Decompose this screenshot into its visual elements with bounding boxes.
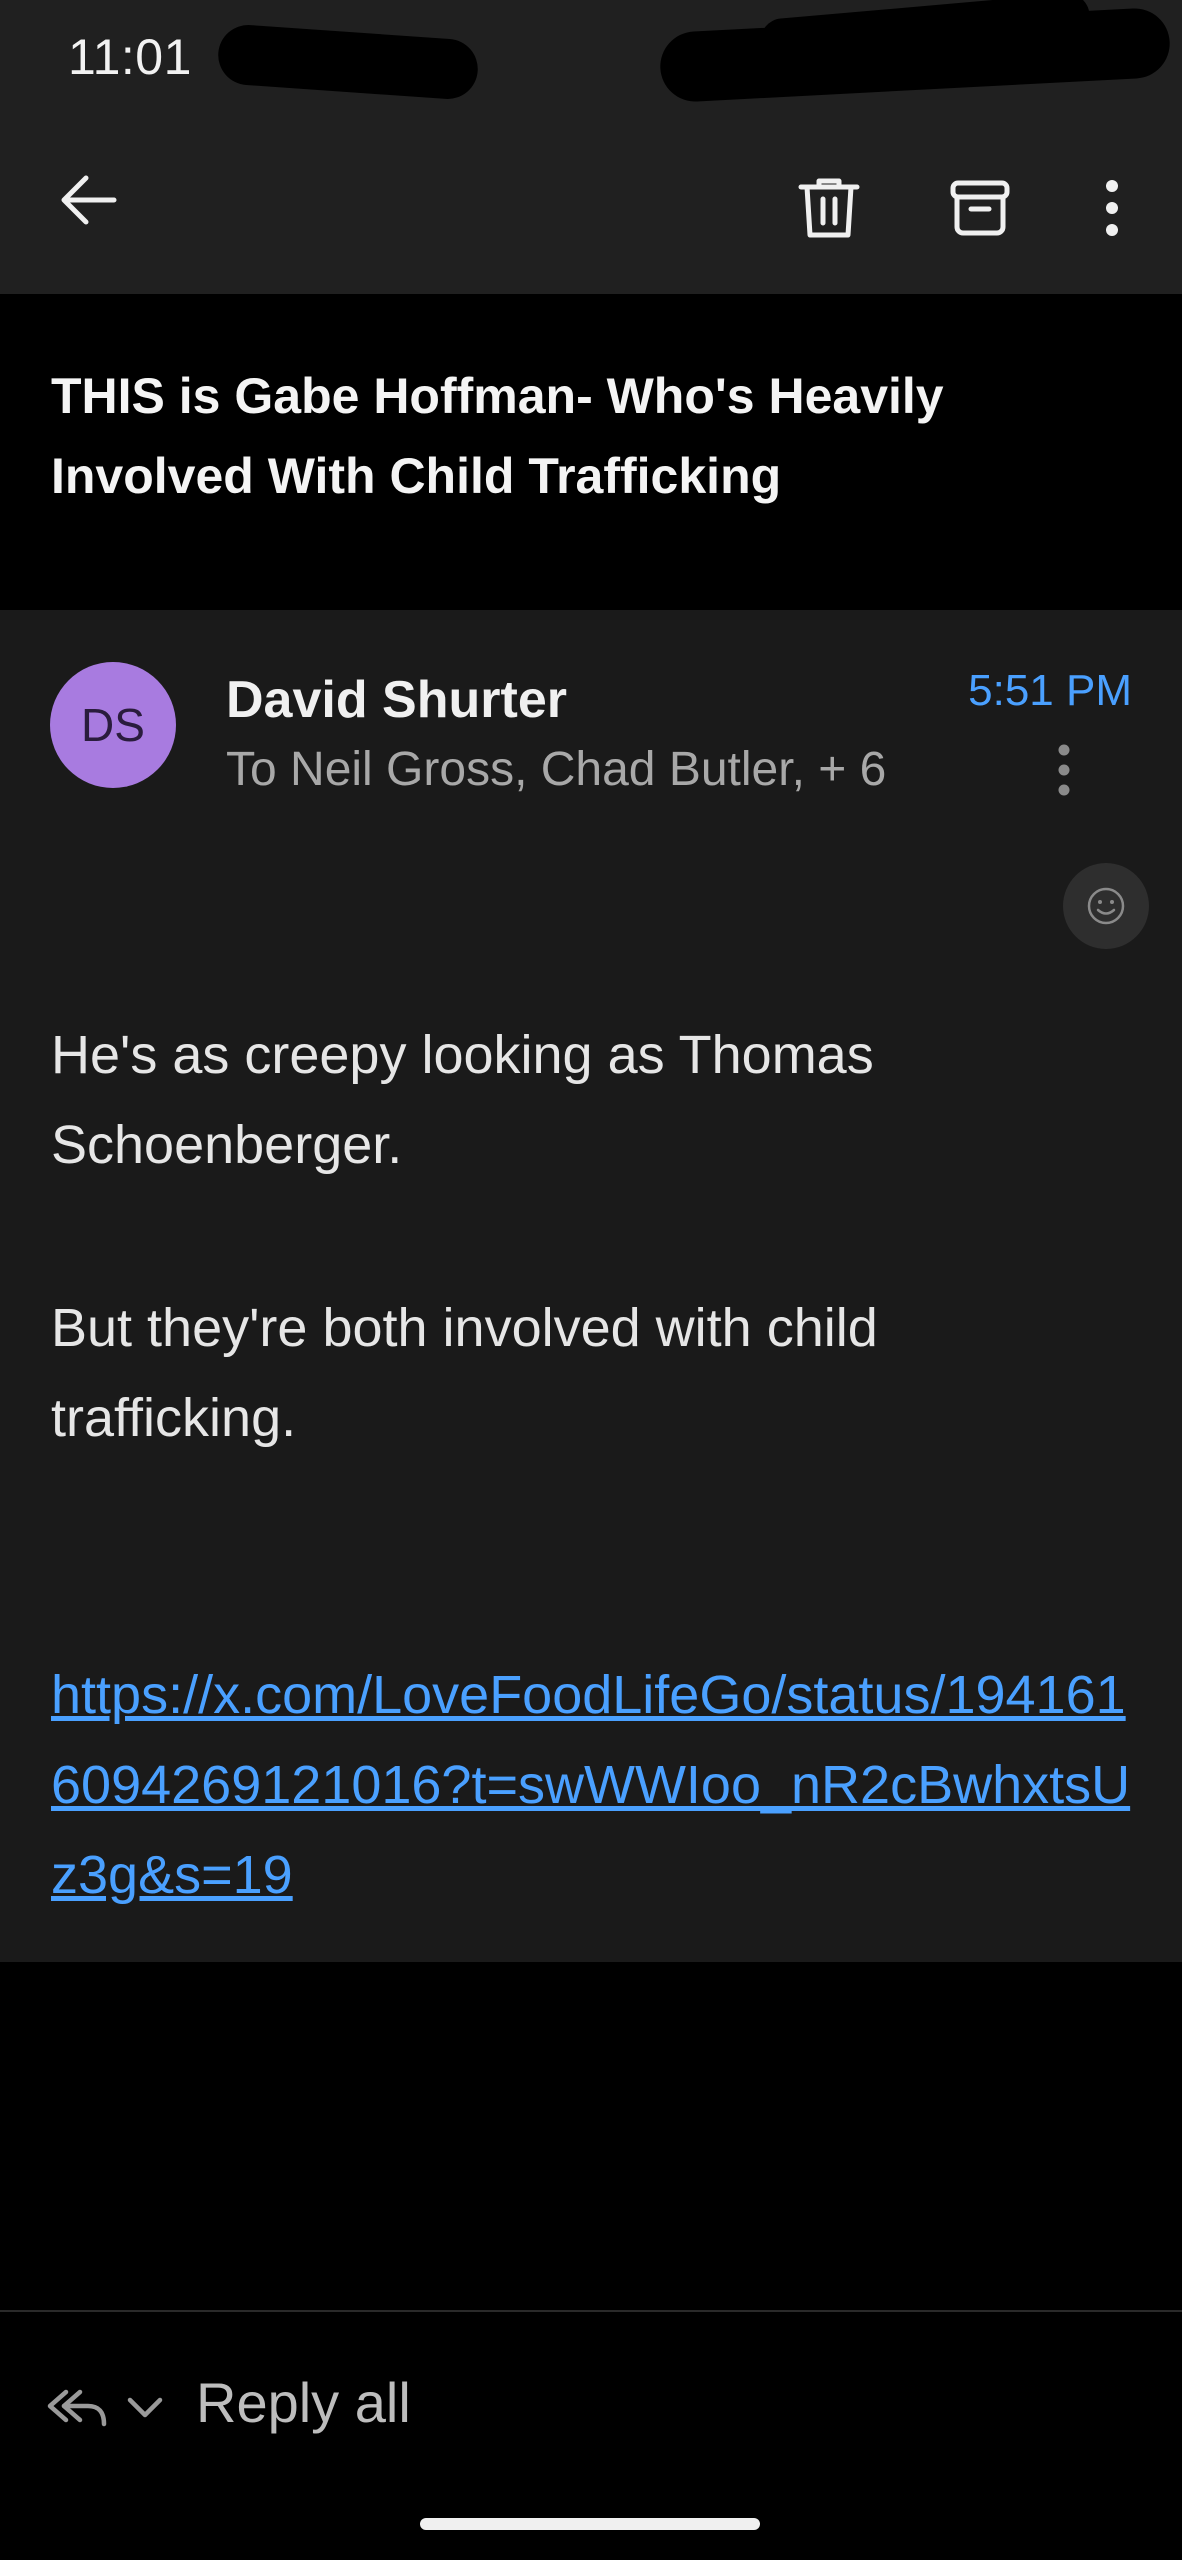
home-indicator[interactable] xyxy=(420,2518,760,2530)
message-card: DS David Shurter To Neil Gross, Chad But… xyxy=(0,610,1182,1962)
subject-area: THIS is Gabe Hoffman- Who's Heavily Invo… xyxy=(0,294,1182,610)
delete-button[interactable] xyxy=(789,168,869,248)
avatar[interactable]: DS xyxy=(50,662,176,788)
status-time: 11:01 xyxy=(68,29,192,85)
message-time: 5:51 PM xyxy=(968,666,1132,715)
chevron-down-icon xyxy=(127,2397,163,2418)
redaction-mark xyxy=(216,23,480,101)
email-subject: THIS is Gabe Hoffman- Who's Heavily Invo… xyxy=(51,368,944,504)
more-vertical-icon xyxy=(1106,180,1118,236)
reply-all-button[interactable] xyxy=(44,2374,110,2440)
more-vertical-icon xyxy=(1058,744,1070,796)
trash-icon xyxy=(798,178,860,238)
avatar-initials: DS xyxy=(81,699,145,751)
reply-all-icon xyxy=(47,2389,107,2427)
archive-button[interactable] xyxy=(940,168,1020,248)
back-button[interactable] xyxy=(48,160,128,240)
archive-icon xyxy=(950,180,1010,236)
smiley-icon xyxy=(1087,887,1125,925)
top-bar: 11:01 xyxy=(0,0,1182,294)
body-paragraph: He's as creepy looking as Thomas Schoenb… xyxy=(51,1025,874,1175)
more-options-button[interactable] xyxy=(1092,168,1132,248)
arrow-left-icon xyxy=(61,175,117,225)
recipients-line[interactable]: To Neil Gross, Chad Butler, + 6 xyxy=(226,742,886,797)
reply-all-label[interactable]: Reply all xyxy=(196,2370,411,2435)
reply-bar: Reply all xyxy=(0,2312,1182,2560)
message-more-button[interactable] xyxy=(1046,730,1082,810)
reaction-button[interactable] xyxy=(1063,863,1149,949)
sender-name[interactable]: David Shurter xyxy=(226,670,567,730)
body-paragraph: But they're both involved with child tra… xyxy=(51,1298,878,1448)
reply-options-dropdown[interactable] xyxy=(120,2382,170,2432)
body-link[interactable]: https://x.com/LoveFoodLifeGo/status/1941… xyxy=(51,1650,1151,1920)
